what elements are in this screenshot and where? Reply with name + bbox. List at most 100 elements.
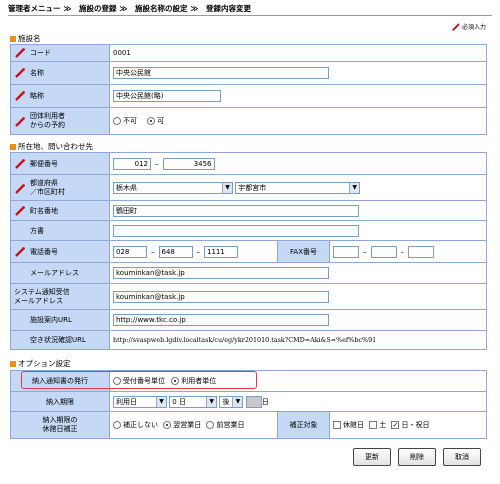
holiday-no-correction-label: 補正しない (123, 421, 158, 429)
phone-3-input[interactable]: 1111 (204, 245, 238, 258)
facility-url-input[interactable]: http://www.tkc.co.jp (113, 314, 329, 326)
breadcrumb-separator: ≫ (119, 4, 128, 13)
section-marker-icon (10, 144, 16, 150)
breadcrumb-separator: ≫ (63, 4, 72, 13)
fax-1-input[interactable] (333, 245, 359, 258)
section-title: 施設名 (18, 34, 41, 43)
prefecture-city-label: 都道府県 ／市区町村 (10, 174, 110, 201)
town-address-input[interactable]: 鶴田町 (113, 204, 359, 217)
group-booking-label: 団体利用者 からの予約 (10, 107, 110, 135)
system-email-label: システム通知受信 メールアドレス (10, 283, 110, 310)
cancel-button[interactable]: 取消 (443, 448, 481, 466)
facility-table: コード 0001 名称 中央公民館 略称 中央公民館(略) 団体利用者 からの予約… (10, 44, 487, 135)
target-sunday-holiday-label: 日・祝日 (401, 421, 430, 429)
abbr-input[interactable]: 中央公民館(略) (113, 90, 221, 102)
breadcrumb: 管理者メニュー ≫ 施設の登録 ≫ 施設名称の設定 ≫ 登録内容変更 (8, 3, 254, 14)
group-booking-allow-label: 可 (157, 117, 165, 125)
vacancy-url-label: 空き状況確認URL (10, 330, 110, 350)
phone-1-input[interactable]: 028 (113, 245, 147, 258)
section-marker-icon (10, 36, 16, 42)
prefecture-select[interactable]: 栃木県 ▼ (113, 181, 233, 194)
required-legend: 必須入力 (451, 22, 486, 32)
pen-icon (15, 183, 25, 194)
pen-icon (452, 23, 460, 31)
pen-icon (15, 246, 25, 257)
code-label: コード (10, 44, 110, 62)
holiday-prev-business-day-label: 前営業日 (216, 421, 245, 429)
fax-label: FAX番号 (277, 240, 330, 263)
section-title: 所在地、問い合わせ先 (18, 142, 93, 151)
section-marker-icon (10, 361, 16, 367)
required-legend-text: 必須入力 (461, 24, 486, 31)
holiday-correction-label: 納入期限の 休館日補正 (10, 411, 110, 439)
facility-url-label: 施設案内URL (10, 309, 110, 331)
pen-icon (15, 68, 25, 78)
deadline-days-select[interactable]: 0 日 ▼ (169, 395, 218, 408)
chevron-down-icon: ▼ (206, 396, 217, 407)
section-title: オプション設定 (18, 359, 71, 368)
chevron-down-icon: ▼ (349, 182, 360, 193)
name-label: 名称 (10, 61, 110, 85)
target-sunday-holiday-checkbox[interactable]: ✓ (391, 421, 400, 429)
delete-button[interactable]: 削除 (398, 448, 436, 466)
abbr-label: 略称 (10, 84, 110, 108)
breadcrumb-item-edit: 登録内容変更 (205, 4, 251, 13)
notice-by-receipt-label: 受付番号単位 (123, 377, 165, 385)
town-address-label: 町名番地 (10, 200, 110, 221)
payment-notice-label: 納入通知書の発行 (10, 370, 110, 392)
fax-3-input[interactable] (408, 245, 434, 258)
kata-label: 方書 (10, 220, 110, 241)
notice-by-user-label: 利用者単位 (181, 377, 217, 385)
code-value: 0001 (113, 49, 131, 57)
deadline-base-select[interactable]: 利用日 ▼ (113, 395, 167, 408)
phone-label: 電話番号 (10, 240, 110, 263)
holiday-next-business-day-radio[interactable] (163, 421, 172, 429)
deadline-extra-input (245, 395, 262, 408)
pen-icon (15, 48, 25, 58)
payment-deadline-label: 納入期限 (10, 391, 110, 412)
city-select[interactable]: 宇都宮市 ▼ (235, 181, 361, 194)
target-saturday-checkbox[interactable] (369, 421, 378, 429)
deadline-suffix: 日 (261, 397, 269, 406)
group-booking-allow-radio[interactable] (147, 117, 156, 125)
notice-by-receipt-radio[interactable] (113, 377, 121, 385)
update-button[interactable]: 更新 (353, 448, 391, 466)
pen-icon (15, 117, 25, 127)
section-heading-address: 所在地、問い合わせ先 (10, 141, 93, 152)
breadcrumb-item-facility-registration[interactable]: 施設の登録 (79, 4, 117, 13)
target-saturday-label: 土 (379, 421, 387, 429)
options-table: 納入通知書の発行 受付番号単位 利用者単位 納入期限 利用日 ▼ 0 日 ▼ 後 ▼ … (10, 370, 487, 439)
group-booking-disallow-label: 不可 (123, 117, 137, 125)
correction-target-label: 補正対象 (277, 411, 330, 439)
deadline-direction-select[interactable]: 後 ▼ (219, 395, 244, 408)
holiday-next-business-day-label: 翌営業日 (173, 421, 202, 429)
phone-2-input[interactable]: 648 (158, 245, 193, 258)
holiday-no-correction-radio[interactable] (113, 421, 121, 429)
section-heading-options: オプション設定 (10, 358, 71, 369)
breadcrumb-item-admin-menu[interactable]: 管理者メニュー (8, 4, 61, 13)
target-closed-day-label: 休館日 (343, 421, 364, 429)
section-heading-facility: 施設名 (10, 33, 41, 44)
breadcrumb-separator: ≫ (190, 4, 199, 13)
vacancy-url-value: http://svaspweb.lgdiv.localtask/cu/eg/yk… (113, 336, 377, 344)
postal-code-2-input[interactable]: 3456 (162, 157, 215, 170)
fax-2-input[interactable] (370, 245, 397, 258)
notice-by-user-radio[interactable] (171, 377, 180, 385)
pen-icon (15, 158, 25, 169)
system-email-input[interactable]: kouminkan@task.jp (113, 290, 329, 303)
kata-input[interactable] (113, 224, 359, 237)
holiday-prev-business-day-radio[interactable] (206, 421, 215, 429)
chevron-down-icon: ▼ (222, 182, 232, 193)
breadcrumb-item-facility-name-setting[interactable]: 施設名称の設定 (135, 4, 188, 13)
postal-code-1-input[interactable]: 012 (113, 157, 151, 170)
pen-icon (15, 91, 25, 101)
chevron-down-icon: ▼ (232, 396, 243, 407)
postal-label: 郵便番号 (10, 152, 110, 175)
email-label: メールアドレス (10, 262, 110, 284)
name-input[interactable]: 中央公民館 (113, 67, 329, 79)
group-booking-disallow-radio[interactable] (113, 117, 121, 125)
target-closed-day-checkbox[interactable] (333, 421, 341, 429)
pen-icon (15, 205, 25, 216)
email-input[interactable]: kouminkan@task.jp (113, 267, 329, 279)
chevron-down-icon: ▼ (156, 396, 166, 407)
